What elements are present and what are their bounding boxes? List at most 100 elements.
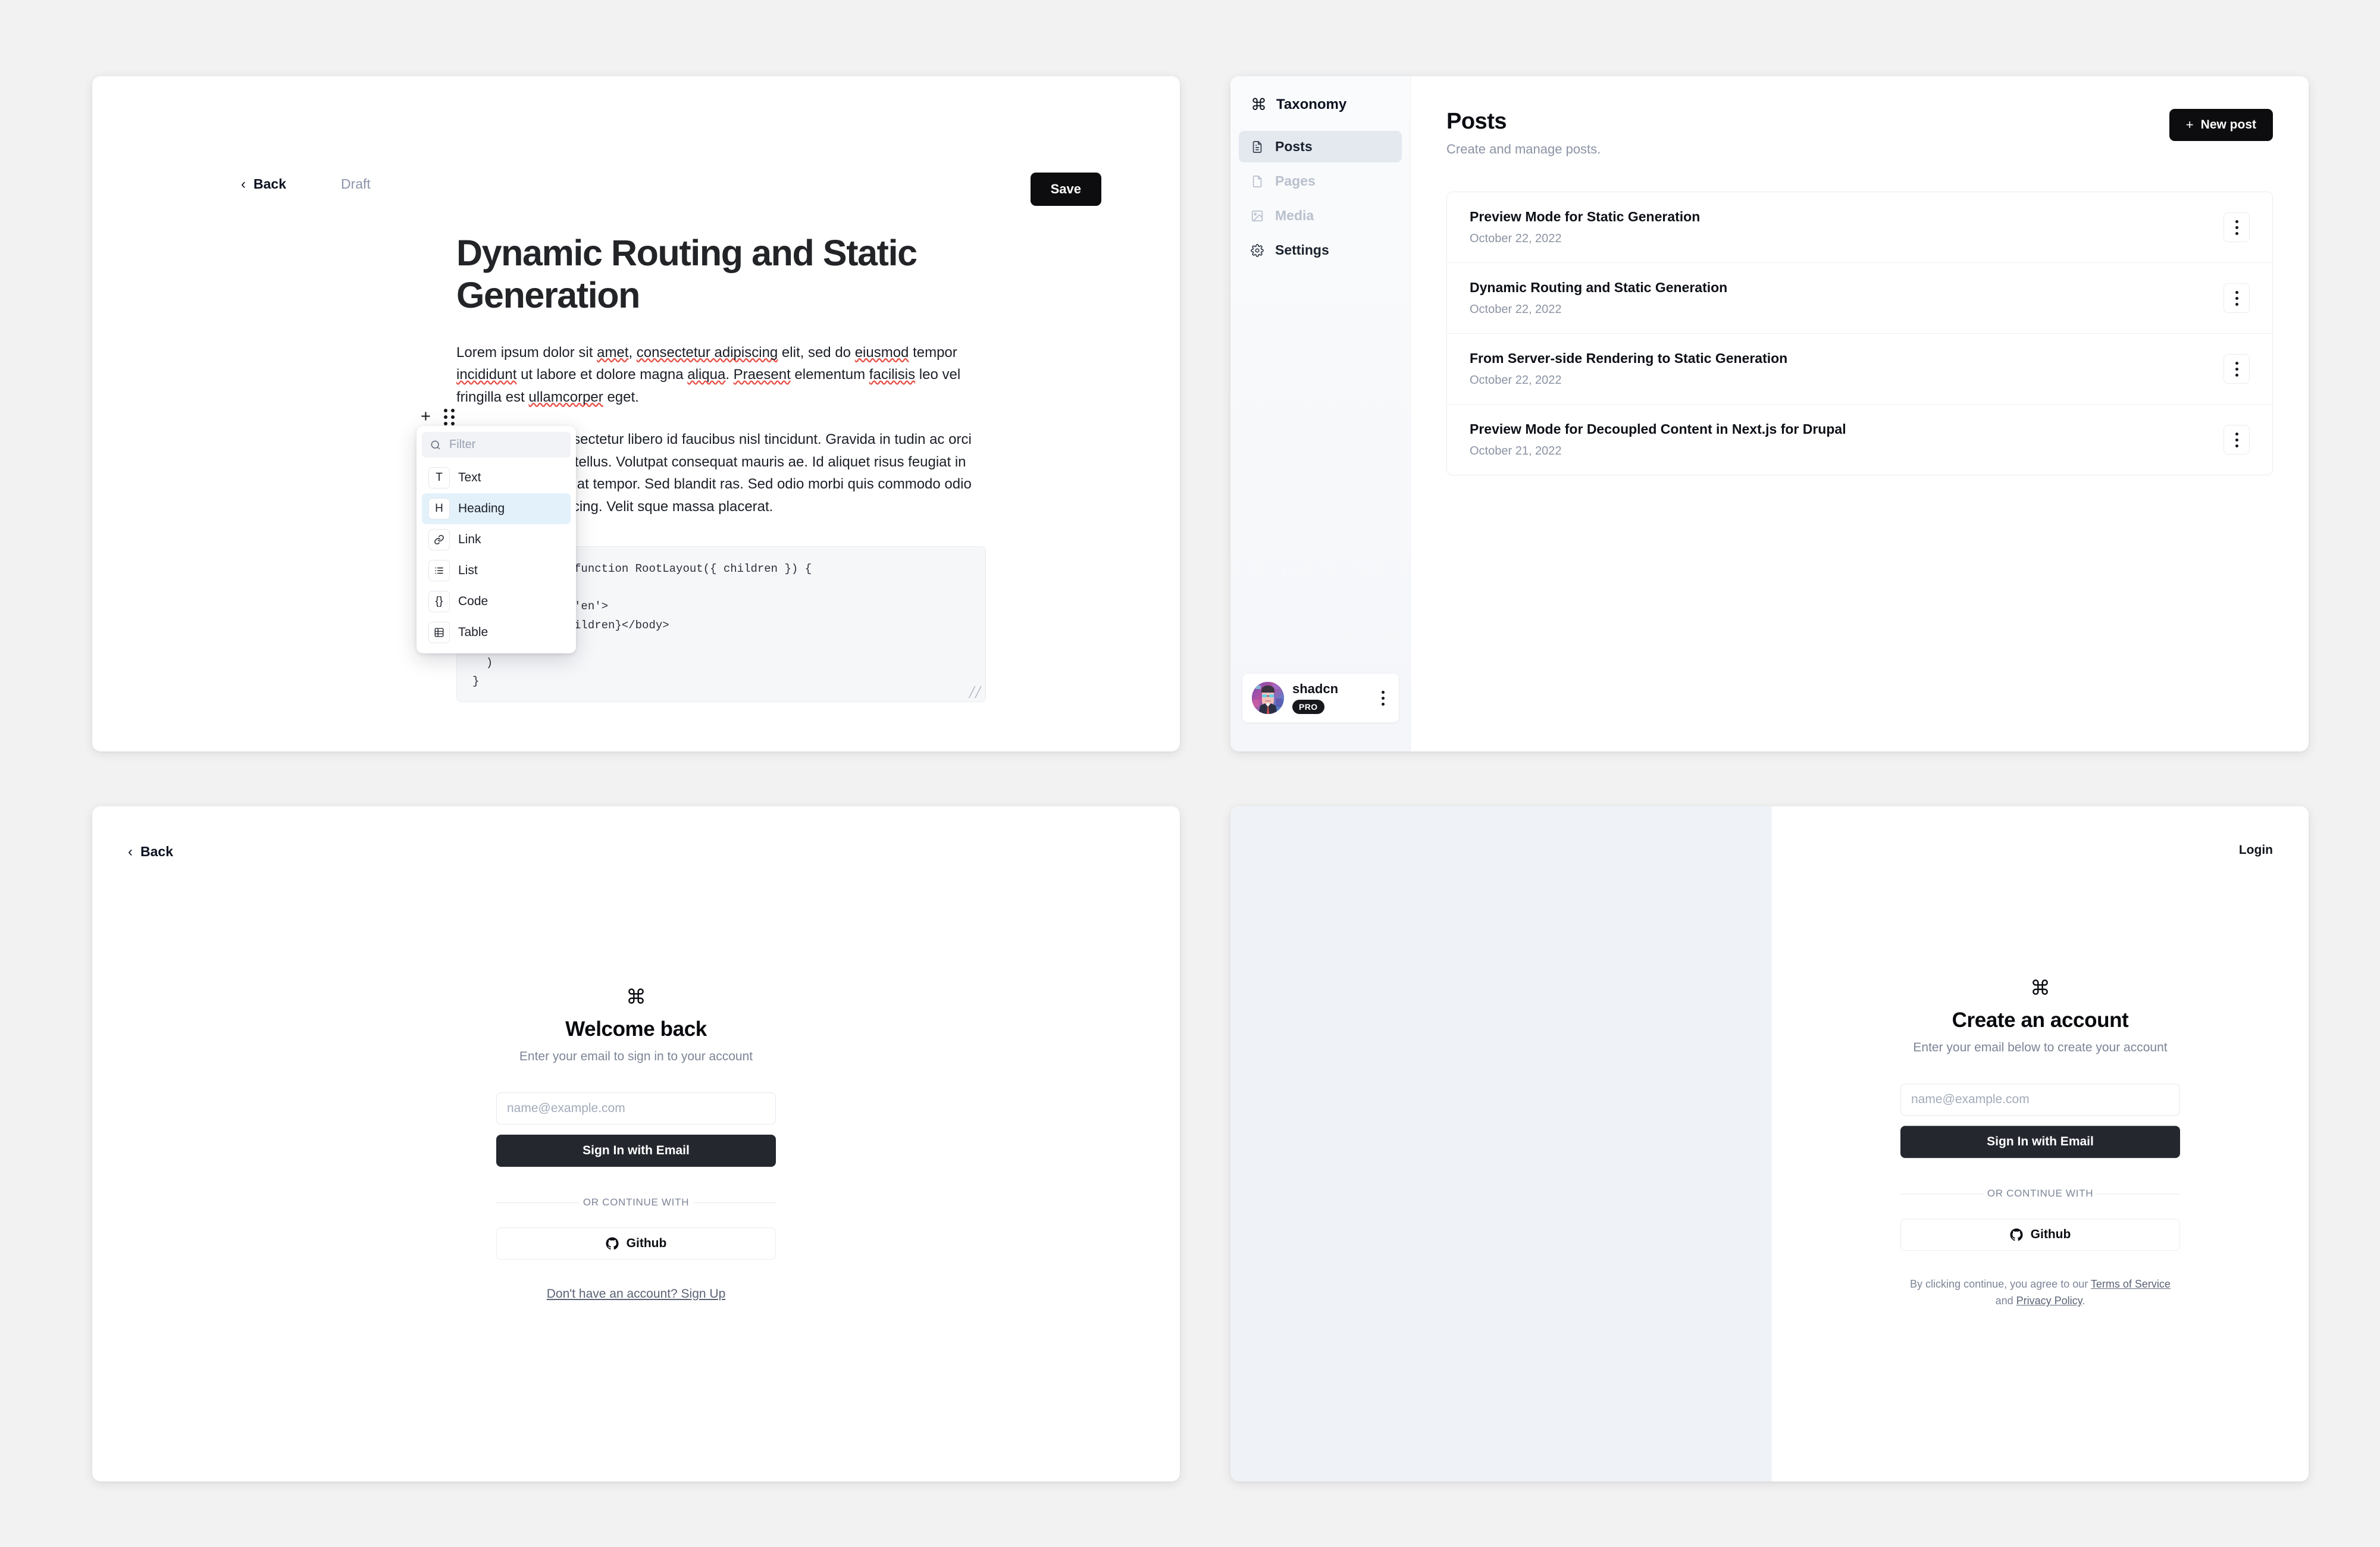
text-fragment: elementum <box>790 367 869 383</box>
signup-link[interactable]: Don't have an account? Sign Up <box>547 1287 726 1301</box>
sign-in-button[interactable]: Sign In with Email <box>1900 1125 2180 1158</box>
login-back-label: Back <box>140 844 173 859</box>
page-heading-group: Posts Create and manage posts. <box>1446 109 1601 157</box>
search-icon <box>431 440 440 449</box>
kebab-menu-icon[interactable] <box>2224 354 2250 384</box>
menu-filter-field[interactable]: Filter <box>422 432 571 458</box>
menu-item-link[interactable]: Link <box>422 524 571 555</box>
menu-item-label: Code <box>458 594 488 608</box>
command-icon: ⌘ <box>1251 95 1267 114</box>
spellcheck-word: ullamcorper <box>528 389 603 405</box>
privacy-policy-link[interactable]: Privacy Policy <box>2016 1295 2082 1307</box>
menu-item-list[interactable]: List <box>422 555 571 586</box>
signup-aside-graphic <box>1230 806 1772 1482</box>
screenshot-canvas: ‹ Back Draft Save Dynamic Routing and St… <box>0 0 2380 1547</box>
github-label: Github <box>2030 1227 2071 1241</box>
gear-icon <box>1250 243 1265 257</box>
new-post-label: New post <box>2200 118 2256 131</box>
menu-item-table[interactable]: Table <box>422 617 571 648</box>
terms-prefix: By clicking continue, you agree to our <box>1910 1277 2091 1290</box>
user-card[interactable]: shadcn PRO <box>1242 673 1399 723</box>
spellcheck-word: incididunt <box>456 367 517 383</box>
menu-item-label: Heading <box>458 502 505 515</box>
list-icon <box>428 560 450 581</box>
terms-of-service-link[interactable]: Terms of Service <box>2091 1278 2171 1290</box>
menu-item-text[interactable]: T Text <box>422 462 571 493</box>
terms-notice: By clicking continue, you agree to our T… <box>1900 1276 2180 1310</box>
editor-toolbar: ‹ Back Draft <box>241 176 371 192</box>
login-back-button[interactable]: ‹ Back <box>128 844 173 860</box>
editor-document: Dynamic Routing and Static Generation Lo… <box>456 232 986 417</box>
divider-label: OR CONTINUE WITH <box>583 1196 690 1208</box>
resize-handle-icon[interactable]: ╱╱ <box>969 688 981 699</box>
sidebar-item-pages[interactable]: Pages <box>1239 165 1402 197</box>
github-button[interactable]: Github <box>1900 1218 2180 1251</box>
add-block-icon[interactable]: + <box>421 408 431 425</box>
table-row: From Server-side Rendering to Static Gen… <box>1447 334 2272 405</box>
signup-subtitle: Enter your email below to create your ac… <box>1913 1040 2168 1054</box>
sidebar-item-posts[interactable]: Posts <box>1239 131 1402 162</box>
github-label: Github <box>626 1236 667 1250</box>
brand[interactable]: ⌘ Taxonomy <box>1230 76 1410 113</box>
kebab-menu-icon[interactable] <box>1377 688 1389 708</box>
email-field[interactable] <box>1900 1083 2180 1116</box>
document-paragraph-1[interactable]: Lorem ipsum dolor sit amet, consectetur … <box>456 342 986 409</box>
sign-in-button[interactable]: Sign In with Email <box>496 1134 776 1167</box>
dashboard-main: Posts Create and manage posts. + New pos… <box>1411 76 2309 751</box>
email-field[interactable] <box>496 1092 776 1125</box>
sidebar-item-media[interactable]: Media <box>1239 200 1402 231</box>
text-icon: T <box>428 467 450 488</box>
text-fragment: ut labore et dolore magna <box>516 367 688 383</box>
sidebar-item-label: Media <box>1275 208 1314 223</box>
menu-item-code[interactable]: {} Code <box>422 586 571 617</box>
editor-status-label: Draft <box>340 176 371 192</box>
drag-handle-icon[interactable] <box>443 408 455 425</box>
save-button[interactable]: Save <box>1030 173 1101 206</box>
editor-back-button[interactable]: ‹ Back <box>241 176 286 192</box>
sidebar-nav: Posts Pages Media Settings <box>1230 131 1410 266</box>
sidebar-item-settings[interactable]: Settings <box>1239 234 1402 266</box>
post-title[interactable]: Dynamic Routing and Static Generation <box>1470 280 1727 296</box>
post-title[interactable]: From Server-side Rendering to Static Gen… <box>1470 350 1787 367</box>
spellcheck-word: aliqua <box>687 367 726 383</box>
divider: OR CONTINUE WITH <box>496 1197 776 1208</box>
text-fragment: , <box>628 344 637 361</box>
github-button[interactable]: Github <box>496 1227 776 1260</box>
post-title[interactable]: Preview Mode for Static Generation <box>1470 209 1700 225</box>
post-info: Preview Mode for Decoupled Content in Ne… <box>1470 421 1846 458</box>
github-icon <box>606 1236 619 1250</box>
menu-filter-placeholder: Filter <box>449 438 476 451</box>
sidebar-item-label: Pages <box>1275 173 1316 189</box>
login-form-container: ⌘ Welcome back Enter your email to sign … <box>496 987 776 1301</box>
text-fragment: eget. <box>603 389 639 405</box>
menu-item-heading[interactable]: H Heading <box>422 493 571 524</box>
posts-list: Preview Mode for Static Generation Octob… <box>1446 192 2273 475</box>
github-icon <box>2010 1228 2023 1241</box>
spellcheck-word: amet <box>597 344 629 361</box>
page-subtitle: Create and manage posts. <box>1446 142 1601 156</box>
login-link[interactable]: Login <box>2239 843 2273 857</box>
new-post-button[interactable]: + New post <box>2169 109 2273 141</box>
table-row: Preview Mode for Decoupled Content in Ne… <box>1447 405 2272 475</box>
block-type-menu: Filter T Text H Heading Link List {} Cod… <box>416 426 576 653</box>
chevron-left-icon: ‹ <box>241 176 246 192</box>
signup-main: Login ⌘ Create an account Enter your ema… <box>1772 806 2309 1482</box>
user-name: shadcn <box>1292 681 1339 697</box>
text-fragment: tempor <box>909 344 957 361</box>
menu-item-label: Text <box>458 471 481 484</box>
login-subtitle: Enter your email to sign in to your acco… <box>519 1049 753 1063</box>
kebab-menu-icon[interactable] <box>2224 425 2250 455</box>
post-date: October 22, 2022 <box>1470 232 1562 245</box>
post-title[interactable]: Preview Mode for Decoupled Content in Ne… <box>1470 421 1846 437</box>
document-title[interactable]: Dynamic Routing and Static Generation <box>456 232 986 317</box>
code-icon: {} <box>428 591 450 612</box>
dashboard-panel: ⌘ Taxonomy Posts Pages Media Settings sh… <box>1230 76 2309 751</box>
dashboard-sidebar: ⌘ Taxonomy Posts Pages Media Settings sh… <box>1230 76 1411 751</box>
kebab-menu-icon[interactable] <box>2224 212 2250 242</box>
block-controls: + <box>421 408 455 425</box>
kebab-menu-icon[interactable] <box>2224 283 2250 313</box>
table-icon <box>428 622 450 643</box>
spellcheck-word: facilisis <box>869 367 916 383</box>
brand-name: Taxonomy <box>1276 96 1347 112</box>
spellcheck-word: Praesent <box>733 367 791 383</box>
